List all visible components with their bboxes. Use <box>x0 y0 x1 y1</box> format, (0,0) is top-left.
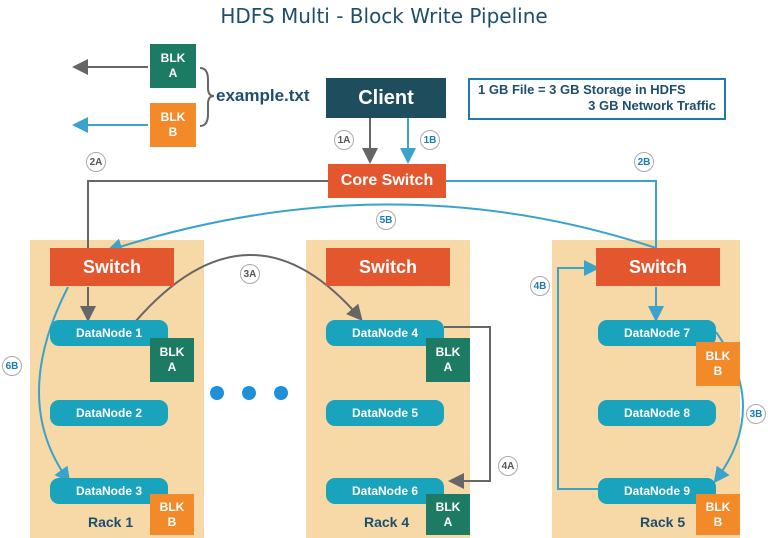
rack-4-label: Rack 4 <box>364 514 410 530</box>
step-2a: 2A <box>86 152 106 172</box>
datanode-2: DataNode 2 <box>50 400 168 426</box>
file-name: example.txt <box>216 86 310 105</box>
datanode-5: DataNode 5 <box>326 400 444 426</box>
node-block-dn7: BLK B <box>696 342 740 386</box>
core-switch: Core Switch <box>328 164 446 198</box>
node-block-dn4: BLK A <box>426 338 470 382</box>
datanode-8: DataNode 8 <box>598 400 716 426</box>
step-6b: 6B <box>2 356 22 376</box>
ellipsis-dot <box>210 386 224 400</box>
file-block-b: BLK B <box>150 103 196 147</box>
client-node: Client <box>326 78 446 118</box>
rack-1-switch: Switch <box>50 248 174 286</box>
ellipsis-dot <box>274 386 288 400</box>
node-block-dn6: BLK A <box>426 494 470 535</box>
step-3a: 3A <box>240 264 260 284</box>
node-block-dn3: BLK B <box>150 494 194 535</box>
step-2b: 2B <box>634 152 654 172</box>
rack-5-label: Rack 5 <box>640 514 686 530</box>
rack-1-label: Rack 1 <box>88 514 134 530</box>
step-5b: 5B <box>376 210 396 230</box>
file-block-a: BLK A <box>150 44 196 88</box>
info-box: 1 GB File = 3 GB Storage in HDFS 3 GB Ne… <box>468 78 726 120</box>
step-3b: 3B <box>746 404 766 424</box>
step-4a: 4A <box>498 456 518 476</box>
rack-5-switch: Switch <box>596 248 720 286</box>
step-1b: 1B <box>420 130 440 150</box>
rack-4-switch: Switch <box>326 248 450 286</box>
node-block-dn9: BLK B <box>696 494 740 535</box>
step-4b: 4B <box>530 276 550 296</box>
ellipsis-dot <box>242 386 256 400</box>
step-1a: 1A <box>334 130 354 150</box>
node-block-dn1: BLK A <box>150 338 194 382</box>
